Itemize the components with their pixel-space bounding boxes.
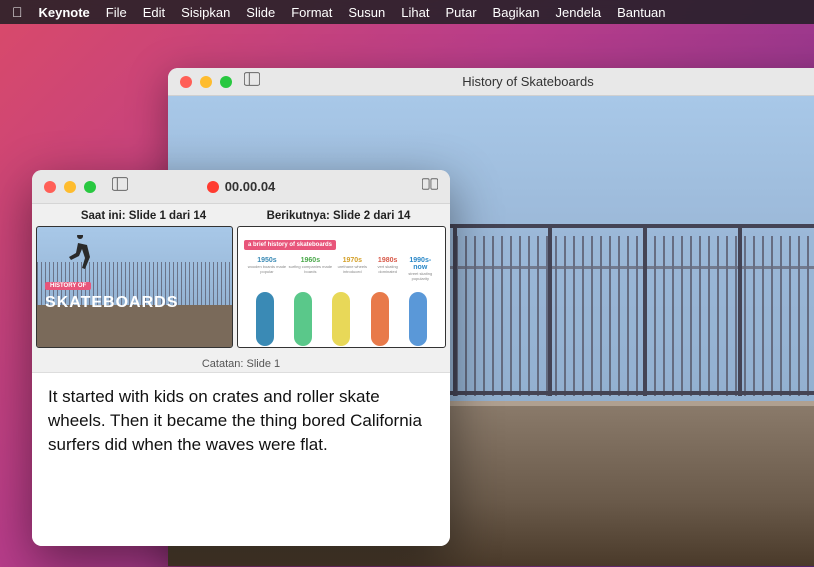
presenter-minimize-button[interactable] [64, 181, 76, 193]
next-decades-row: 1950swooden boards made popular 1960ssur… [244, 257, 439, 282]
next-slide-thumb[interactable]: a brief history of skateboards 1950swood… [237, 226, 446, 348]
mini-title: SKATEBOARDS [45, 294, 178, 312]
menu-slide[interactable]: Slide [246, 5, 275, 20]
skateboard-icon [371, 292, 389, 346]
mini-history-badge: HISTORY OF [45, 282, 91, 290]
menu-susun[interactable]: Susun [348, 5, 385, 20]
presenter-toolbar: 00.00.04 [32, 170, 450, 204]
menu-bantuan[interactable]: Bantuan [617, 5, 665, 20]
presenter-slide-thumbnails: HISTORY OF SKATEBOARDS a brief history o… [32, 226, 450, 354]
current-slide-label: Saat ini: Slide 1 dari 14 [46, 210, 241, 222]
next-slide-banner: a brief history of skateboards [244, 240, 336, 250]
skateboarder-figure [798, 136, 814, 286]
presenter-layout-icon[interactable] [112, 177, 128, 196]
mini-skater [65, 235, 95, 273]
skateboard-icon [409, 292, 427, 346]
presenter-timer: 00.00.04 [225, 179, 276, 194]
presenter-columns-icon[interactable] [422, 177, 438, 196]
menu-bagikan[interactable]: Bagikan [493, 5, 540, 20]
decade-item: 1960ssurfing companies made boards [288, 257, 333, 282]
presenter-notes[interactable]: It started with kids on crates and rolle… [32, 372, 450, 546]
next-slide-label: Berikutnya: Slide 2 dari 14 [241, 210, 436, 222]
main-traffic-lights [168, 76, 232, 88]
menu-format[interactable]: Format [291, 5, 332, 20]
skateboard-icon [294, 292, 312, 346]
minimize-button[interactable] [200, 76, 212, 88]
presenter-slide-labels: Saat ini: Slide 1 dari 14 Berikutnya: Sl… [32, 204, 450, 226]
menu-edit[interactable]: Edit [143, 5, 165, 20]
decade-item: 1990s-nowstreet skating popularity [404, 257, 437, 282]
menu-lihat[interactable]: Lihat [401, 5, 429, 20]
main-window-title: History of Skateboards [168, 74, 814, 89]
next-boards-row [244, 288, 439, 346]
main-titlebar: History of Skateboards [168, 68, 814, 96]
apple-menu-icon[interactable]:  [12, 4, 23, 20]
notes-label: Catatan: Slide 1 [32, 354, 450, 372]
menu-jendela[interactable]: Jendela [556, 5, 602, 20]
presenter-fullscreen-button[interactable] [84, 181, 96, 193]
decade-item: 1950swooden boards made popular [246, 257, 288, 282]
presenter-traffic-lights [40, 181, 96, 193]
presenter-window: 00.00.04 Saat ini: Slide 1 dari 14 Berik… [32, 170, 450, 546]
app-name[interactable]: Keynote [39, 5, 90, 20]
skateboard-icon [332, 292, 350, 346]
menu-file[interactable]: File [106, 5, 127, 20]
menubar:  Keynote File Edit Sisipkan Slide Forma… [0, 0, 814, 24]
current-slide-thumb[interactable]: HISTORY OF SKATEBOARDS [36, 226, 233, 348]
presenter-close-button[interactable] [44, 181, 56, 193]
skateboard-icon [256, 292, 274, 346]
menu-putar[interactable]: Putar [445, 5, 476, 20]
sidebar-toggle-icon[interactable] [244, 72, 260, 91]
fullscreen-button[interactable] [220, 76, 232, 88]
close-button[interactable] [180, 76, 192, 88]
menu-sisipkan[interactable]: Sisipkan [181, 5, 230, 20]
decade-item: 1970surethane wheels introduced [333, 257, 372, 282]
record-indicator-icon[interactable] [207, 181, 219, 193]
decade-item: 1980svert skating dominated [372, 257, 404, 282]
